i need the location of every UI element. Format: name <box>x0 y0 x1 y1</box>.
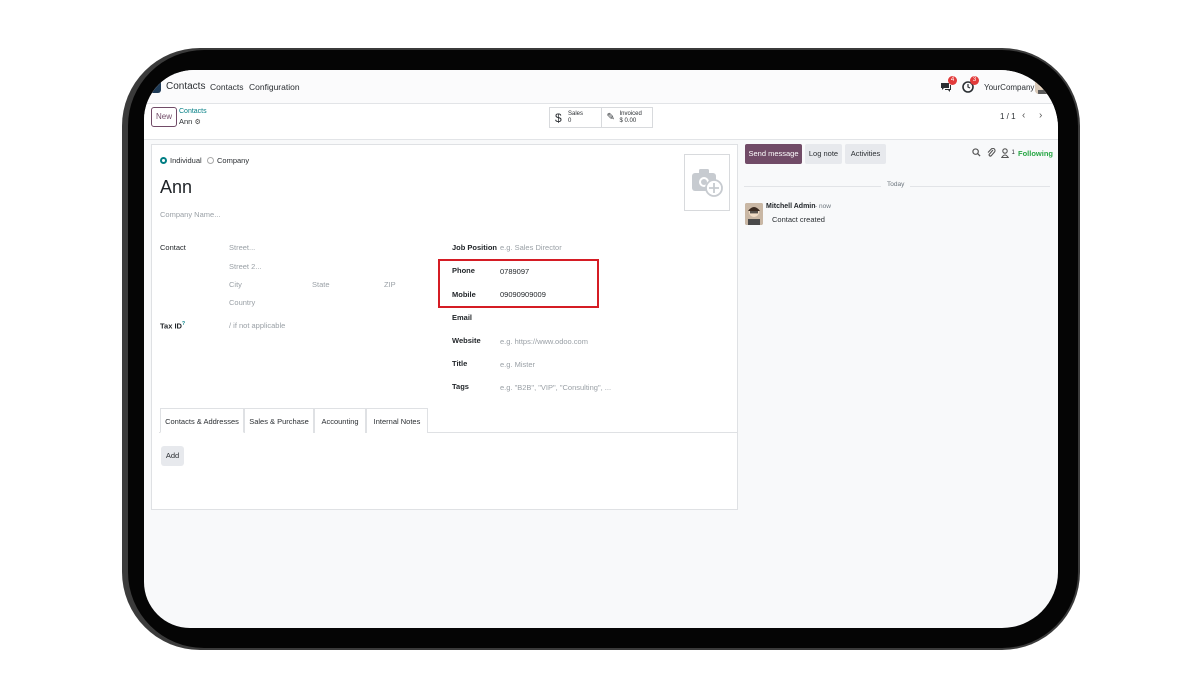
company-switcher[interactable]: YourCompany <box>984 83 1034 92</box>
breadcrumb-current: Ann ⚙ <box>179 117 201 126</box>
tax-id-help-icon[interactable]: ? <box>182 321 185 327</box>
tax-id-label: Tax ID? <box>160 321 185 331</box>
company-name-field[interactable]: Company Name... <box>160 210 220 219</box>
individual-radio[interactable] <box>160 157 167 164</box>
messages-badge: 4 <box>948 76 957 85</box>
invoiced-smart-button[interactable]: ✎ Invoiced $ 0.00 <box>602 108 653 127</box>
tab-sales-purchase[interactable]: Sales & Purchase <box>244 408 314 433</box>
smart-buttons: $ Sales 0 ✎ Invoiced $ 0.00 <box>549 107 653 128</box>
paperclip-icon[interactable] <box>987 147 996 160</box>
gear-icon[interactable]: ⚙ <box>194 119 200 126</box>
sales-smart-button[interactable]: $ Sales 0 <box>550 108 602 127</box>
job-position-field[interactable]: e.g. Sales Director <box>500 243 562 252</box>
message-author[interactable]: Mitchell Admin <box>766 203 816 210</box>
app-name[interactable]: Contacts <box>166 81 205 92</box>
message-time: - now <box>815 203 831 210</box>
camera-plus-icon <box>692 169 723 197</box>
messages-icon[interactable]: 4 <box>940 76 957 92</box>
address-label: Contact <box>160 243 186 252</box>
email-label: Email <box>452 313 473 322</box>
edit-icon: ✎ <box>606 112 615 123</box>
activities-button[interactable]: Activities <box>845 144 886 164</box>
search-icon[interactable] <box>972 148 981 159</box>
country-field[interactable]: Country <box>229 298 255 307</box>
photo-upload[interactable] <box>684 154 730 211</box>
tags-field[interactable]: e.g. "B2B", "VIP", "Consulting", ... <box>500 383 611 392</box>
state-field[interactable]: State <box>312 280 330 289</box>
job-position-label: Job Position <box>452 243 497 252</box>
message-body: Contact created <box>772 215 825 224</box>
breadcrumb-contacts[interactable]: Contacts <box>179 108 207 115</box>
user-avatar[interactable] <box>1035 78 1051 94</box>
tab-contacts-addresses[interactable]: Contacts & Addresses <box>160 408 244 433</box>
log-note-button[interactable]: Log note <box>805 144 842 164</box>
activities-badge: 3 <box>970 76 979 85</box>
followers-icon[interactable]: 1 <box>1000 148 1015 160</box>
invoiced-label: Invoiced <box>619 111 642 117</box>
tags-label: Tags <box>452 382 469 391</box>
activities-clock-icon[interactable]: 3 <box>962 76 979 93</box>
zip-field[interactable]: ZIP <box>384 280 396 289</box>
title-label: Title <box>452 359 468 368</box>
notebook-tabs: Contacts & Addresses Sales & Purchase Ac… <box>159 408 737 433</box>
city-field[interactable]: City <box>229 280 242 289</box>
partner-name-field[interactable]: Ann <box>160 177 192 198</box>
date-separator-label: Today <box>881 181 911 188</box>
invoiced-value: $ 0.00 <box>619 118 637 124</box>
followers-count: 1 <box>1011 150 1015 156</box>
menu-configuration[interactable]: Configuration <box>249 82 300 92</box>
phone-mobile-highlight <box>438 259 599 308</box>
pager-previous-icon[interactable]: ‹ <box>1022 110 1025 121</box>
title-field[interactable]: e.g. Mister <box>500 360 535 369</box>
form-sheet: Individual Company Ann Company Name... C… <box>151 144 738 510</box>
individual-label[interactable]: Individual <box>170 156 202 165</box>
control-panel: New Contacts Ann ⚙ $ Sales 0 ✎ Invoiced … <box>144 104 1058 140</box>
street2-field[interactable]: Street 2... <box>229 262 262 271</box>
pager-next-icon[interactable]: › <box>1039 110 1042 121</box>
send-message-button[interactable]: Send message <box>745 144 802 164</box>
following-toggle[interactable]: Following <box>1018 149 1053 158</box>
website-label: Website <box>452 336 481 345</box>
company-label[interactable]: Company <box>217 156 249 165</box>
dollar-icon: $ <box>555 111 562 125</box>
website-field[interactable]: e.g. https://www.odoo.com <box>500 337 588 346</box>
sales-value: 0 <box>568 118 572 124</box>
tab-internal-notes[interactable]: Internal Notes <box>366 408 428 433</box>
street-field[interactable]: Street... <box>229 243 255 252</box>
sales-label: Sales <box>568 111 584 117</box>
breadcrumb-current-label: Ann <box>179 117 193 126</box>
top-navbar: Contacts Contacts Configuration 4 3 Your… <box>144 70 1058 104</box>
pager-value[interactable]: 1 / 1 <box>1000 112 1016 121</box>
author-avatar[interactable] <box>745 203 763 225</box>
tab-accounting[interactable]: Accounting <box>314 408 366 433</box>
company-radio[interactable] <box>207 157 214 164</box>
menu-contacts[interactable]: Contacts <box>210 82 244 92</box>
chatter: Send message Log note Activities 1 Follo… <box>744 144 1058 264</box>
tax-id-label-text: Tax ID <box>160 321 182 331</box>
app-screen: Contacts Contacts Configuration 4 3 Your… <box>144 70 1058 628</box>
tax-id-field[interactable]: / if not applicable <box>229 321 285 330</box>
app-logo-icon[interactable] <box>150 79 161 93</box>
new-button[interactable]: New <box>151 107 177 127</box>
add-contact-button[interactable]: Add <box>161 446 184 466</box>
